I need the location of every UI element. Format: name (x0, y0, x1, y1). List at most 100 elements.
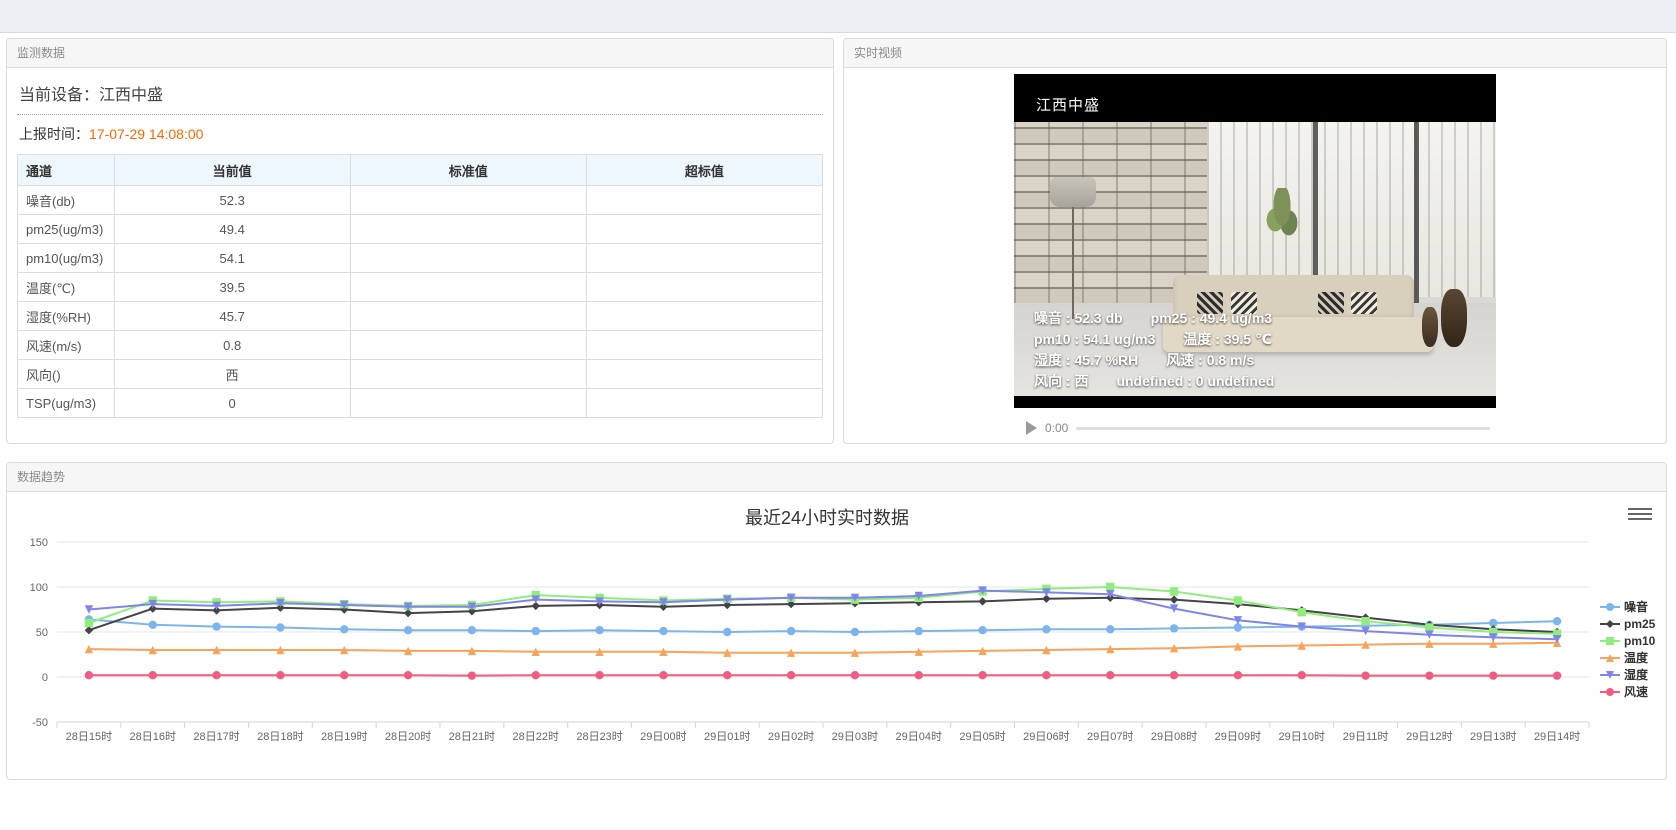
chart-context-menu-icon[interactable] (1628, 504, 1652, 524)
legend-item-pm10[interactable]: pm10 (1599, 632, 1665, 649)
value-cell: 52.3 (114, 186, 350, 215)
legend-label: 风速 (1624, 683, 1648, 700)
video-player[interactable]: 江西中盛 噪音 : 52.3 db pm25 : 49.4 ug/m3 (1014, 74, 1496, 408)
axis-label: 29日12时 (1406, 730, 1452, 743)
legend-item-噪音[interactable]: 噪音 (1599, 598, 1665, 615)
table-row: pm10(ug/m3)54.1 (18, 244, 823, 273)
legend-label: 湿度 (1624, 666, 1648, 683)
data-point-marker (659, 671, 667, 679)
legend-item-风速[interactable]: 风速 (1599, 683, 1665, 700)
column-header: 通道 (18, 155, 115, 186)
video-overlay-title: 江西中盛 (1036, 94, 1100, 115)
axis-label: 29日06时 (1023, 730, 1069, 743)
legend-marker-icon (1599, 601, 1621, 613)
value-cell (586, 360, 822, 389)
video-panel: 实时视频 江西中盛 噪音 : 52.3 db (843, 38, 1667, 444)
data-point-marker (595, 671, 603, 679)
axis-label: 28日23时 (576, 730, 622, 743)
legend-label: pm25 (1624, 617, 1655, 631)
data-point-marker (1425, 671, 1433, 679)
video-panel-title: 实时视频 (844, 39, 1666, 68)
floor-lamp-graphic (1072, 199, 1074, 320)
table-row: pm25(ug/m3)49.4 (18, 215, 823, 244)
play-icon[interactable] (1026, 421, 1037, 435)
pillow-graphic (1318, 292, 1344, 314)
data-point-marker (85, 626, 93, 634)
pillow-graphic (1351, 292, 1377, 314)
overlay-line: pm10 : 54.1 ug/m3 温度 : 39.5 ℃ (1034, 329, 1274, 350)
value-cell (350, 244, 586, 273)
data-point-marker (1606, 603, 1614, 611)
data-point-marker (1106, 671, 1114, 679)
vase-graphic (1422, 307, 1438, 347)
data-point-marker (468, 671, 476, 679)
axis-label: 28日18时 (257, 730, 303, 743)
channel-cell: 温度(℃) (18, 273, 115, 302)
data-point-marker (1606, 637, 1614, 645)
monitor-table-header-row: 通道当前值标准值超标值 (18, 155, 823, 186)
legend-item-pm25[interactable]: pm25 (1599, 615, 1665, 632)
value-cell: 39.5 (114, 273, 350, 302)
value-cell (586, 215, 822, 244)
value-cell: 0 (114, 389, 350, 418)
data-point-marker (915, 627, 923, 635)
channel-cell: pm25(ug/m3) (18, 215, 115, 244)
data-point-marker (1170, 624, 1178, 632)
vase-graphic (1441, 289, 1467, 347)
table-row: 温度(℃)39.5 (18, 273, 823, 302)
data-point-marker (1606, 688, 1614, 696)
data-point-marker (1170, 595, 1178, 603)
value-cell (586, 273, 822, 302)
trend-panel-body: 最近24小时实时数据 150100500-5028日15时28日16时28日17… (7, 492, 1666, 779)
data-point-marker (532, 671, 540, 679)
axis-label: 29日11时 (1343, 730, 1389, 743)
axis-label: 50 (36, 627, 48, 639)
data-point-marker (1170, 587, 1178, 595)
legend-label: 温度 (1624, 649, 1648, 666)
channel-cell: TSP(ug/m3) (18, 389, 115, 418)
overlay-line: 风向 : 西 undefined : 0 undefined (1034, 371, 1274, 392)
report-time-line: 上报时间：17-07-29 14:08:00 (17, 115, 823, 152)
axis-label: 29日00时 (640, 730, 686, 743)
data-point-marker (851, 628, 859, 636)
legend-item-湿度[interactable]: 湿度 (1599, 666, 1665, 683)
trend-panel-title: 数据趋势 (7, 463, 1666, 492)
table-row: 噪音(db)52.3 (18, 186, 823, 215)
legend-item-温度[interactable]: 温度 (1599, 649, 1665, 666)
video-time-label: 0:00 (1045, 421, 1068, 435)
data-point-marker (1425, 623, 1433, 631)
plant-graphic (1265, 188, 1299, 246)
value-cell: 45.7 (114, 302, 350, 331)
data-point-marker (1170, 671, 1178, 679)
series-line-噪音 (89, 619, 1557, 632)
axis-label: 29日09时 (1215, 730, 1261, 743)
data-point-marker (1298, 608, 1306, 616)
axis-label: 150 (30, 537, 48, 549)
data-point-marker (404, 671, 412, 679)
legend-marker-icon (1599, 618, 1621, 630)
data-point-marker (1234, 596, 1242, 604)
axis-label: 29日08时 (1151, 730, 1197, 743)
video-panel-body: 江西中盛 噪音 : 52.3 db pm25 : 49.4 ug/m3 (844, 68, 1666, 444)
trend-panel: 数据趋势 最近24小时实时数据 150100500-5028日15时28日16时… (6, 462, 1667, 780)
monitor-panel-body: 当前设备：江西中盛 上报时间：17-07-29 14:08:00 通道当前值标准… (7, 68, 833, 418)
data-point-marker (1553, 671, 1561, 679)
axis-label: -50 (32, 717, 48, 729)
data-point-marker (149, 621, 157, 629)
data-point-marker (1042, 625, 1050, 633)
axis-label: 100 (30, 582, 48, 594)
data-point-marker (723, 628, 731, 636)
video-letterbox-bar (1014, 396, 1496, 408)
axis-label: 29日13时 (1470, 730, 1516, 743)
value-cell: 49.4 (114, 215, 350, 244)
data-point-marker (85, 619, 93, 627)
video-data-overlay: 噪音 : 52.3 db pm25 : 49.4 ug/m3pm10 : 54.… (1034, 308, 1274, 392)
data-point-marker (340, 671, 348, 679)
axis-label: 0 (42, 672, 48, 684)
video-seek-bar[interactable] (1076, 427, 1490, 430)
table-row: TSP(ug/m3)0 (18, 389, 823, 418)
monitor-panel-title: 监测数据 (7, 39, 833, 68)
data-point-marker (1234, 671, 1242, 679)
data-point-marker (851, 671, 859, 679)
data-point-marker (276, 671, 284, 679)
